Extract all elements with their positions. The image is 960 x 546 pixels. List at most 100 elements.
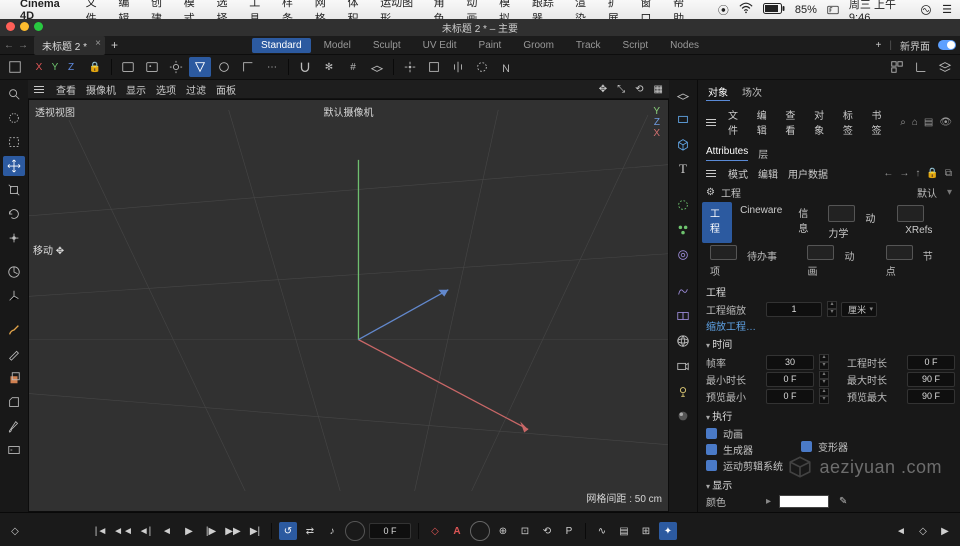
region-render-icon[interactable]	[213, 57, 235, 77]
next-frame-icon[interactable]: |▶	[202, 522, 220, 540]
scale-value[interactable]: 1	[766, 302, 822, 317]
fcurve-icon[interactable]: ∿	[593, 522, 611, 540]
tab-takes[interactable]: 场次	[740, 83, 764, 101]
lock-icon[interactable]: 🔒	[926, 168, 938, 179]
fps-spinner[interactable]: ▴▾	[819, 354, 829, 370]
document-tab[interactable]: 未标题 2 * ×	[34, 36, 105, 55]
cat-info[interactable]: 信息	[790, 202, 820, 243]
render-picture-icon[interactable]	[141, 57, 163, 77]
corner-icon[interactable]	[237, 57, 259, 77]
realtime-icon[interactable]	[345, 521, 365, 541]
plane-icon[interactable]	[672, 109, 694, 129]
autokey-icon[interactable]: A	[448, 522, 466, 540]
attr-preset[interactable]: 默认	[917, 185, 937, 200]
mode-tab-sculpt[interactable]: Sculpt	[364, 38, 410, 53]
home-icon[interactable]: ⌂	[912, 117, 918, 128]
am-edit[interactable]: 编辑	[758, 166, 778, 181]
close-tab-icon[interactable]: ×	[95, 38, 101, 49]
history-back-icon[interactable]: ←	[4, 40, 14, 51]
cat-cineware[interactable]: Cineware	[732, 202, 790, 243]
soft-select-icon[interactable]	[471, 57, 493, 77]
marker-prev-icon[interactable]: ◄	[892, 522, 910, 540]
layers-icon[interactable]	[934, 57, 956, 77]
tab-layers[interactable]: 层	[758, 146, 768, 161]
mode-tab-standard[interactable]: Standard	[252, 38, 311, 53]
keyframe-icon[interactable]: ◇	[6, 522, 24, 540]
marker-add-icon[interactable]: ◇	[914, 522, 932, 540]
goto-end-icon[interactable]: ▶|	[246, 522, 264, 540]
prev-key-icon[interactable]: ◄◄	[114, 522, 132, 540]
filter-icon[interactable]: ▤	[924, 117, 933, 128]
vm-options[interactable]: 选项	[156, 82, 176, 97]
battery-icon[interactable]	[763, 3, 785, 17]
commander-icon[interactable]	[3, 440, 25, 460]
om-file[interactable]: 文件	[728, 107, 747, 137]
home-icon[interactable]	[4, 57, 26, 77]
loop-icon[interactable]: ↺	[279, 522, 297, 540]
axis-center-icon[interactable]	[399, 57, 421, 77]
coords-icon[interactable]	[910, 57, 932, 77]
scale-unit[interactable]: 厘米	[841, 302, 877, 317]
cat-todo[interactable]: 待办事项	[702, 243, 799, 280]
mode-tab-model[interactable]: Model	[315, 38, 360, 53]
knife-icon[interactable]	[3, 344, 25, 364]
om-tags[interactable]: 标签	[843, 107, 862, 137]
play-rev-icon[interactable]: ◄	[158, 522, 176, 540]
place-tool-icon[interactable]	[3, 228, 25, 248]
prev-frame-icon[interactable]: ◄|	[136, 522, 154, 540]
cat-xrefs[interactable]: XRefs	[889, 202, 956, 243]
rotate-tool-icon[interactable]	[3, 204, 25, 224]
axis-x[interactable]: X	[32, 62, 46, 73]
rect-select-icon[interactable]	[3, 132, 25, 152]
asset-browser-icon[interactable]	[886, 57, 908, 77]
search-icon[interactable]	[3, 84, 25, 104]
max-value[interactable]: 90 F	[907, 372, 955, 387]
deformer-icon[interactable]	[672, 281, 694, 301]
scale-project-button[interactable]: 缩放工程…	[706, 318, 756, 333]
history-fwd-icon[interactable]: →	[18, 40, 28, 51]
exec-heading[interactable]: 执行	[706, 408, 952, 423]
prevmax-value[interactable]: 90 F	[907, 389, 955, 404]
mode-tab-groom[interactable]: Groom	[514, 38, 563, 53]
vm-view[interactable]: 查看	[56, 82, 76, 97]
window-controls[interactable]	[6, 22, 43, 31]
cloner-icon[interactable]	[672, 220, 694, 240]
dope-icon[interactable]: ▤	[615, 522, 633, 540]
recording-icon[interactable]: ⦿	[718, 2, 729, 18]
axis-z[interactable]: Z	[64, 62, 78, 73]
fps-value[interactable]: 30	[766, 355, 814, 370]
instance-icon[interactable]	[672, 306, 694, 326]
mode-tab-nodes[interactable]: Nodes	[661, 38, 708, 53]
globe-icon[interactable]	[672, 331, 694, 351]
eye-icon[interactable]: 👁	[939, 117, 952, 128]
chevron-down-icon[interactable]: ▾	[947, 187, 952, 198]
brush-icon[interactable]	[3, 320, 25, 340]
exec-motion-chk[interactable]	[706, 460, 717, 471]
key-pos-icon[interactable]: ⊕	[494, 522, 512, 540]
render-view-icon[interactable]	[117, 57, 139, 77]
scale-spinner[interactable]: ▴▾	[827, 301, 837, 317]
nav-fwd-icon[interactable]: →	[899, 168, 909, 179]
timeline-opts-icon[interactable]: ✦	[659, 522, 677, 540]
nav-back-icon[interactable]: ←	[883, 168, 893, 179]
vp-maximize-icon[interactable]: ▦	[654, 84, 663, 95]
new-ui-toggle[interactable]	[938, 40, 956, 50]
projlen-value[interactable]: 0 F	[907, 355, 955, 370]
orientation-gizmo[interactable]: Y Z X	[653, 106, 660, 139]
popout-icon[interactable]: ⧉	[945, 168, 952, 179]
extrude-icon[interactable]	[3, 368, 25, 388]
axis-tool-icon[interactable]	[3, 286, 25, 306]
text-input-icon[interactable]	[827, 3, 839, 17]
live-select-icon[interactable]	[3, 108, 25, 128]
prevmin-value[interactable]: 0 F	[766, 389, 814, 404]
notifications-icon[interactable]: ☰	[942, 3, 952, 16]
motion-icon[interactable]: ⊞	[637, 522, 655, 540]
om-view[interactable]: 查看	[785, 107, 804, 137]
sound-icon[interactable]: ♪	[323, 522, 341, 540]
hamburger-icon[interactable]	[706, 119, 716, 126]
camera-create-icon[interactable]	[672, 356, 694, 376]
transform-icon[interactable]	[423, 57, 445, 77]
mode-tab-track[interactable]: Track	[567, 38, 610, 53]
hamburger-icon[interactable]	[706, 170, 716, 177]
vm-filter[interactable]: 过滤	[186, 82, 206, 97]
